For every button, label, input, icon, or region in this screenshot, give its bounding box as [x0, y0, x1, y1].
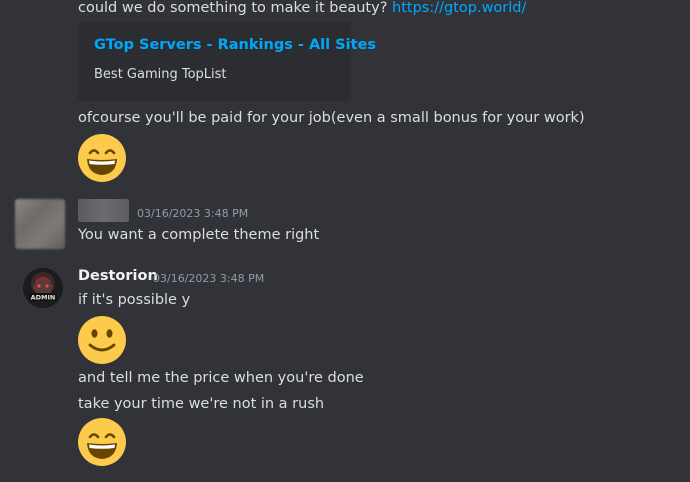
grinning-face-emoji [78, 418, 126, 466]
message-link[interactable]: https://gtop.world/ [392, 0, 526, 16]
message-text: if it's possible y [78, 292, 191, 308]
grinning-face-emoji [78, 134, 126, 182]
embed-title[interactable]: GTop Servers - Rankings - All Sites [94, 37, 376, 53]
slightly-smiling-face-emoji [78, 316, 126, 364]
username-redacted[interactable] [78, 199, 129, 222]
message-text: and tell me the price when you're done [78, 370, 364, 386]
message-text: take your time we're not in a rush [78, 396, 325, 412]
embed-description: Best Gaming TopList [94, 67, 227, 82]
avatar-badge: ADMIN [31, 294, 56, 302]
avatar[interactable] [15, 199, 65, 249]
message-text: could we do something to make it beauty?… [78, 0, 526, 18]
link-embed: GTop Servers - Rankings - All Sites Best… [78, 22, 376, 101]
message-timestamp: 03/16/2023 3:48 PM [137, 207, 249, 220]
message-text-part: could we do something to make it beauty? [78, 0, 393, 16]
avatar[interactable]: ADMIN [23, 268, 63, 308]
username[interactable]: Destorion [78, 268, 158, 284]
message-text: ofcourse you'll be paid for your job(eve… [78, 110, 585, 126]
message-timestamp: 03/16/2023 3:48 PM [153, 272, 265, 285]
message-text: You want a complete theme right [78, 227, 320, 243]
admin-avatar-icon: ADMIN [23, 268, 63, 308]
